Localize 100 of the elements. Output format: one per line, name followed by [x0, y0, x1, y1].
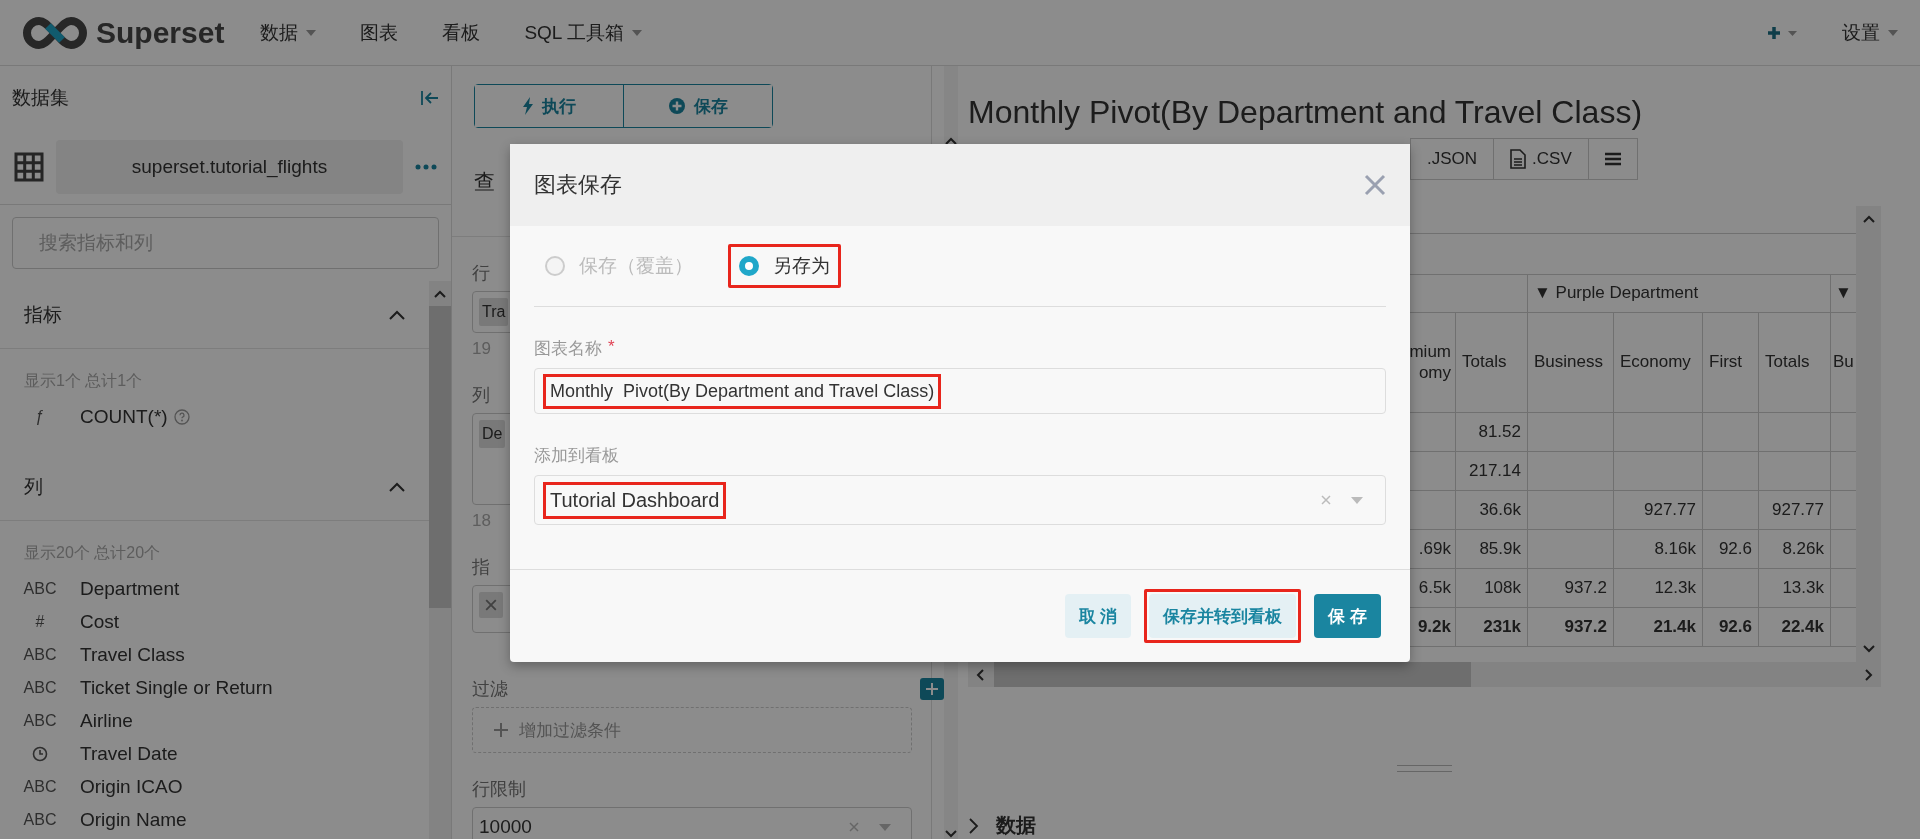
field-name[interactable]: Airline	[80, 709, 133, 732]
column-header: Business	[1527, 313, 1613, 412]
section-title: 指标	[24, 302, 62, 327]
table-cell: 22.4k	[1781, 617, 1824, 637]
export-csv-button[interactable]: .CSV	[1494, 138, 1589, 180]
type-label: ƒ	[35, 407, 45, 426]
close-button[interactable]	[1364, 174, 1386, 196]
save-button[interactable]: 保存	[623, 85, 772, 127]
plus-icon	[925, 682, 939, 696]
table-cell: 92.6	[1718, 617, 1752, 637]
table-cell: 81.52	[1478, 422, 1521, 442]
caret-icon	[306, 29, 317, 36]
field-name[interactable]: Travel Class	[80, 643, 185, 666]
table-cell: 13.3k	[1782, 578, 1824, 598]
nav-menu-item[interactable]: 数据	[260, 19, 317, 46]
scrollbar[interactable]	[429, 281, 451, 839]
field-label: 指	[472, 556, 490, 579]
type-label: ABC	[23, 579, 57, 598]
logo-icon[interactable]	[22, 15, 88, 50]
lightning-icon	[522, 97, 534, 115]
field-name[interactable]: Department	[80, 577, 180, 600]
table-cell: .69k	[1418, 539, 1451, 559]
table-cell: 92.6	[1718, 539, 1752, 559]
field-name[interactable]: Origin Name	[80, 808, 187, 831]
table-cell: 21.4k	[1653, 617, 1696, 637]
table-cell: 8.16k	[1654, 539, 1696, 559]
collapse-icon[interactable]	[421, 90, 439, 106]
resize-handle[interactable]	[1397, 765, 1452, 772]
table-cell: 937.2	[1564, 578, 1607, 598]
brand-name[interactable]: Superset	[96, 15, 225, 50]
add-filter-button[interactable]	[920, 678, 944, 700]
scrollbar[interactable]	[968, 662, 1881, 687]
caret-icon	[632, 29, 642, 36]
chevron-icon[interactable]	[389, 309, 405, 320]
field-name[interactable]: Cost	[80, 610, 120, 633]
type-label: ABC	[23, 777, 57, 796]
clock-icon	[32, 745, 48, 762]
type-label: ABC	[23, 711, 57, 730]
table-cell: 85.9k	[1479, 539, 1521, 559]
dialog-button[interactable]: 保存并转到看板	[1149, 594, 1297, 638]
panel-title: 数据集	[12, 86, 69, 110]
dataset-name[interactable]: superset.tutorial_flights	[56, 140, 403, 194]
type-label: ABC	[23, 645, 57, 664]
table-cell: 927.77	[1772, 500, 1824, 520]
field-name[interactable]: Ticket Single or Return	[80, 676, 273, 699]
scrollbar[interactable]	[1856, 206, 1881, 662]
settings-menu[interactable]: 设置	[1842, 19, 1898, 46]
dialog-button[interactable]: 取 消	[1064, 594, 1132, 638]
field-label: 图表名称	[534, 338, 602, 360]
column-header: First	[1702, 313, 1758, 412]
radio-option[interactable]: 另存为	[739, 253, 830, 279]
table-cell: 8.26k	[1782, 539, 1824, 559]
field-label: 添加到看板	[534, 445, 619, 467]
chart-name-field[interactable]: Monthly Pivot(By Department and Travel Class)	[534, 368, 1386, 414]
plus-icon	[493, 722, 509, 738]
scroll-down-icon[interactable]	[944, 830, 958, 839]
caret-icon	[1888, 29, 1898, 36]
table-cell: 937.2	[1564, 617, 1607, 637]
chart-title: Monthly Pivot(By Department and Travel Class)	[968, 92, 1643, 132]
required-mark: *	[608, 337, 615, 358]
field-name[interactable]: COUNT(*)	[80, 405, 168, 428]
scroll-down-icon[interactable]	[1861, 645, 1876, 654]
column-header: Totals	[1455, 313, 1527, 412]
help-icon	[173, 408, 190, 425]
chevron-icon[interactable]	[968, 816, 980, 835]
column-group-header[interactable]: ▼ Purple Department	[1527, 275, 1830, 312]
nav-menu-item[interactable]: SQL 工具箱	[524, 19, 642, 46]
save-button[interactable]: 保 存	[1314, 594, 1381, 638]
table-cell: 927.77	[1644, 500, 1696, 520]
field-label: 行	[472, 262, 490, 285]
dialog-title: 图表保存	[534, 171, 622, 199]
section-title: 列	[24, 474, 43, 499]
table-cell: 6.5k	[1418, 578, 1451, 598]
chevron-icon[interactable]	[389, 481, 405, 492]
section-title[interactable]: 数据	[996, 812, 1036, 839]
field-name[interactable]: Travel Date	[80, 742, 178, 765]
more-icon[interactable]	[415, 164, 437, 170]
table-cell: 231k	[1483, 617, 1521, 637]
field-name[interactable]: Origin ICAO	[80, 775, 183, 798]
nav-menu-item[interactable]: 看板	[442, 19, 481, 46]
column-header: Economy	[1613, 313, 1702, 412]
field-label: 列	[472, 384, 490, 407]
table-cell: 217.14	[1469, 461, 1521, 481]
menu-button[interactable]	[1588, 138, 1638, 180]
plus-circle-icon	[668, 97, 686, 115]
type-label: #	[35, 612, 45, 631]
export-json-button[interactable]: .JSON	[1410, 138, 1495, 180]
field-label: 过滤	[472, 678, 508, 701]
plus-icon[interactable]	[1768, 26, 1798, 39]
column-header: Totals	[1758, 313, 1830, 412]
field-label: 行限制	[472, 778, 526, 801]
table-cell: 12.3k	[1654, 578, 1696, 598]
scroll-up-icon[interactable]	[944, 136, 958, 145]
menu-icon	[1604, 152, 1621, 166]
clear-icon[interactable]	[485, 599, 497, 611]
table-cell: 36.6k	[1479, 500, 1521, 520]
column-header: mium omy	[1408, 341, 1452, 384]
type-label: ABC	[23, 678, 57, 697]
table-cell: 108k	[1484, 578, 1521, 598]
nav-menu-item[interactable]: 图表	[360, 19, 399, 46]
